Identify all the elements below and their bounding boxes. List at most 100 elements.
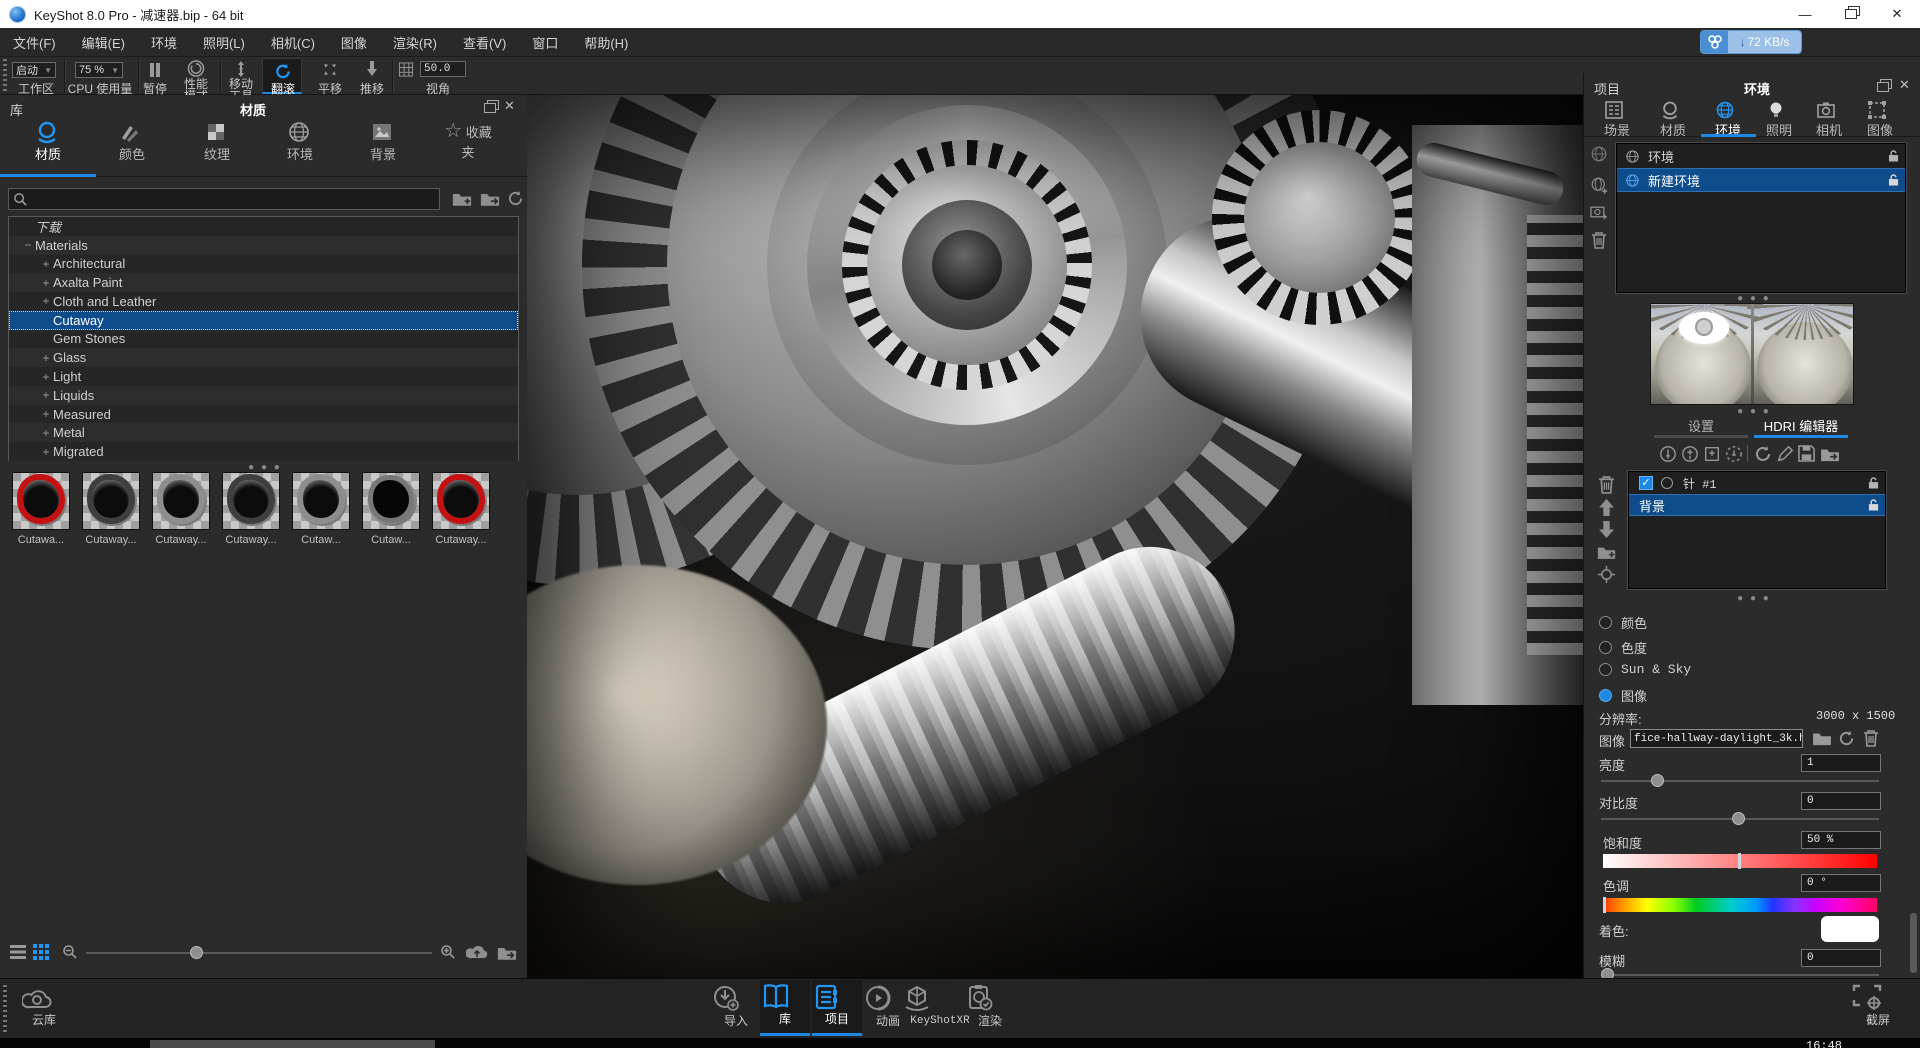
- add-folder-icon[interactable]: [452, 190, 472, 207]
- splitter-handle[interactable]: ● ● ●: [1724, 593, 1784, 604]
- lib-tab-favorites[interactable]: ☆ 收藏夹: [439, 120, 498, 161]
- tree-item-downloads[interactable]: 下载: [9, 217, 518, 236]
- tree-item-cutaway-selected[interactable]: Cutaway: [9, 311, 518, 330]
- float-panel-icon[interactable]: [484, 103, 496, 113]
- grid-view-icon[interactable]: [33, 944, 49, 960]
- delete-pin-icon[interactable]: [1598, 475, 1615, 494]
- contrast-value[interactable]: 0: [1801, 792, 1881, 810]
- env-row-new-environment-selected[interactable]: 新建环境: [1617, 168, 1905, 192]
- pin-dashed-icon[interactable]: [1725, 445, 1743, 463]
- slider-thumb[interactable]: [1732, 812, 1745, 825]
- lib-tab-backplates[interactable]: 背景: [370, 120, 396, 163]
- pan-icon[interactable]: [323, 62, 338, 77]
- toolbar-grip[interactable]: [3, 59, 7, 93]
- pin-row-1[interactable]: ✓ 针 #1: [1629, 472, 1885, 494]
- delete-image-icon[interactable]: [1863, 729, 1879, 747]
- close-panel-icon[interactable]: ✕: [504, 98, 515, 114]
- restore-button[interactable]: [1828, 0, 1874, 28]
- move-down-icon[interactable]: [1598, 521, 1615, 538]
- export-folder-icon[interactable]: [1820, 446, 1840, 462]
- menu-image[interactable]: 图像: [341, 33, 367, 52]
- pin-circle-icon[interactable]: [1659, 445, 1677, 463]
- proj-tab-material[interactable]: 材质: [1660, 100, 1686, 139]
- zoom-out-icon[interactable]: [62, 944, 78, 960]
- hue-gradient-bar[interactable]: [1603, 898, 1877, 912]
- material-thumb[interactable]: Cutawa...: [10, 472, 72, 546]
- menu-window[interactable]: 窗口: [532, 33, 558, 52]
- dolly-icon[interactable]: [365, 61, 379, 76]
- hdri-pin-ring[interactable]: [1695, 318, 1713, 336]
- tree-item-metal[interactable]: +Metal: [9, 423, 518, 442]
- bottombar-grip[interactable]: [3, 985, 7, 1033]
- search-input[interactable]: [28, 192, 408, 206]
- pin-add-icon[interactable]: [1681, 445, 1699, 463]
- add-folder-icon[interactable]: [1597, 544, 1616, 560]
- proj-tab-image[interactable]: 图像: [1867, 100, 1893, 139]
- menu-environment[interactable]: 环境: [151, 33, 177, 52]
- image-file-field[interactable]: fice-hallway-daylight_3k.hdz: [1630, 729, 1803, 748]
- saturation-gradient-bar[interactable]: [1603, 854, 1877, 868]
- radio-color[interactable]: 颜色: [1599, 613, 1647, 632]
- pin-square-icon[interactable]: [1703, 445, 1721, 463]
- tree-item-materials[interactable]: −Materials: [9, 236, 518, 255]
- start-dropdown[interactable]: 启动▼: [12, 62, 56, 78]
- brightness-slider[interactable]: [1601, 780, 1879, 782]
- tree-item-architectural[interactable]: +Architectural: [9, 255, 518, 274]
- panel-scrollbar[interactable]: [1910, 913, 1917, 973]
- hdri-preview[interactable]: [1650, 303, 1854, 405]
- close-button[interactable]: ✕: [1874, 0, 1920, 28]
- menu-camera[interactable]: 相机(C): [271, 33, 315, 52]
- proj-tab-lighting[interactable]: 照明: [1766, 100, 1792, 139]
- tumble-button[interactable]: 翻滚: [262, 58, 302, 94]
- proj-tab-camera[interactable]: 相机: [1816, 100, 1842, 139]
- radio-chroma[interactable]: 色度: [1599, 638, 1647, 657]
- blur-slider[interactable]: [1601, 974, 1879, 976]
- tree-item-axalta-paint[interactable]: +Axalta Paint: [9, 273, 518, 292]
- close-panel-icon[interactable]: ✕: [1899, 77, 1910, 93]
- subtab-settings[interactable]: 设置: [1688, 416, 1714, 435]
- add-environment-icon[interactable]: [1590, 176, 1608, 194]
- tree-item-liquids[interactable]: +Liquids: [9, 386, 518, 405]
- slider-thumb[interactable]: [190, 946, 203, 959]
- tree-item-measured[interactable]: +Measured: [9, 405, 518, 424]
- blur-value[interactable]: 0: [1801, 949, 1881, 967]
- performance-mode-icon[interactable]: [188, 60, 205, 77]
- brightness-value[interactable]: 1: [1801, 754, 1881, 772]
- minimize-button[interactable]: —: [1782, 0, 1828, 28]
- tint-color-swatch[interactable]: [1821, 916, 1879, 942]
- lock-icon[interactable]: [1868, 477, 1879, 490]
- fov-value-field[interactable]: 50.0: [420, 61, 466, 77]
- pin-radio[interactable]: [1661, 477, 1673, 489]
- menu-lighting[interactable]: 照明(L): [203, 33, 245, 52]
- open-folder-icon[interactable]: [1812, 730, 1832, 746]
- delete-environment-icon[interactable]: [1591, 231, 1607, 249]
- material-thumb[interactable]: Cutaw...: [290, 472, 352, 546]
- refresh-icon[interactable]: [1838, 730, 1855, 747]
- slider-thumb[interactable]: [1651, 774, 1664, 787]
- material-thumb[interactable]: Cutaway...: [150, 472, 212, 546]
- material-thumb[interactable]: Cutaway...: [220, 472, 282, 546]
- zoom-in-icon[interactable]: [440, 944, 456, 960]
- menu-help[interactable]: 帮助(H): [584, 33, 628, 52]
- tree-item-glass[interactable]: +Glass: [9, 348, 518, 367]
- refresh-icon[interactable]: [1754, 445, 1772, 463]
- pin-row-background-selected[interactable]: 背景: [1629, 494, 1885, 516]
- lib-tab-environments[interactable]: 环境: [287, 120, 313, 163]
- thumbnail-size-slider[interactable]: [86, 952, 432, 954]
- material-thumb[interactable]: Cutaway...: [430, 472, 492, 546]
- menu-render[interactable]: 渲染(R): [393, 33, 437, 52]
- material-thumb[interactable]: Cutaway...: [80, 472, 142, 546]
- realtime-render-viewport[interactable]: [527, 95, 1583, 978]
- list-view-icon[interactable]: [10, 945, 26, 959]
- env-row-environment[interactable]: 环境: [1617, 144, 1905, 168]
- subtab-hdri-editor[interactable]: HDRI 编辑器: [1764, 416, 1838, 435]
- saturation-value[interactable]: 50 %: [1801, 831, 1881, 849]
- add-camera-env-icon[interactable]: [1590, 204, 1608, 220]
- import-button[interactable]: 导入: [712, 984, 760, 1029]
- tree-item-migrated[interactable]: +Migrated: [9, 442, 518, 461]
- radio-sun-sky[interactable]: Sun & Sky: [1599, 662, 1691, 677]
- hue-marker[interactable]: [1603, 897, 1606, 913]
- render-button[interactable]: 渲染: [966, 984, 1014, 1029]
- lib-tab-colors[interactable]: 颜色: [119, 120, 145, 163]
- pin-checkbox-checked[interactable]: ✓: [1639, 476, 1653, 490]
